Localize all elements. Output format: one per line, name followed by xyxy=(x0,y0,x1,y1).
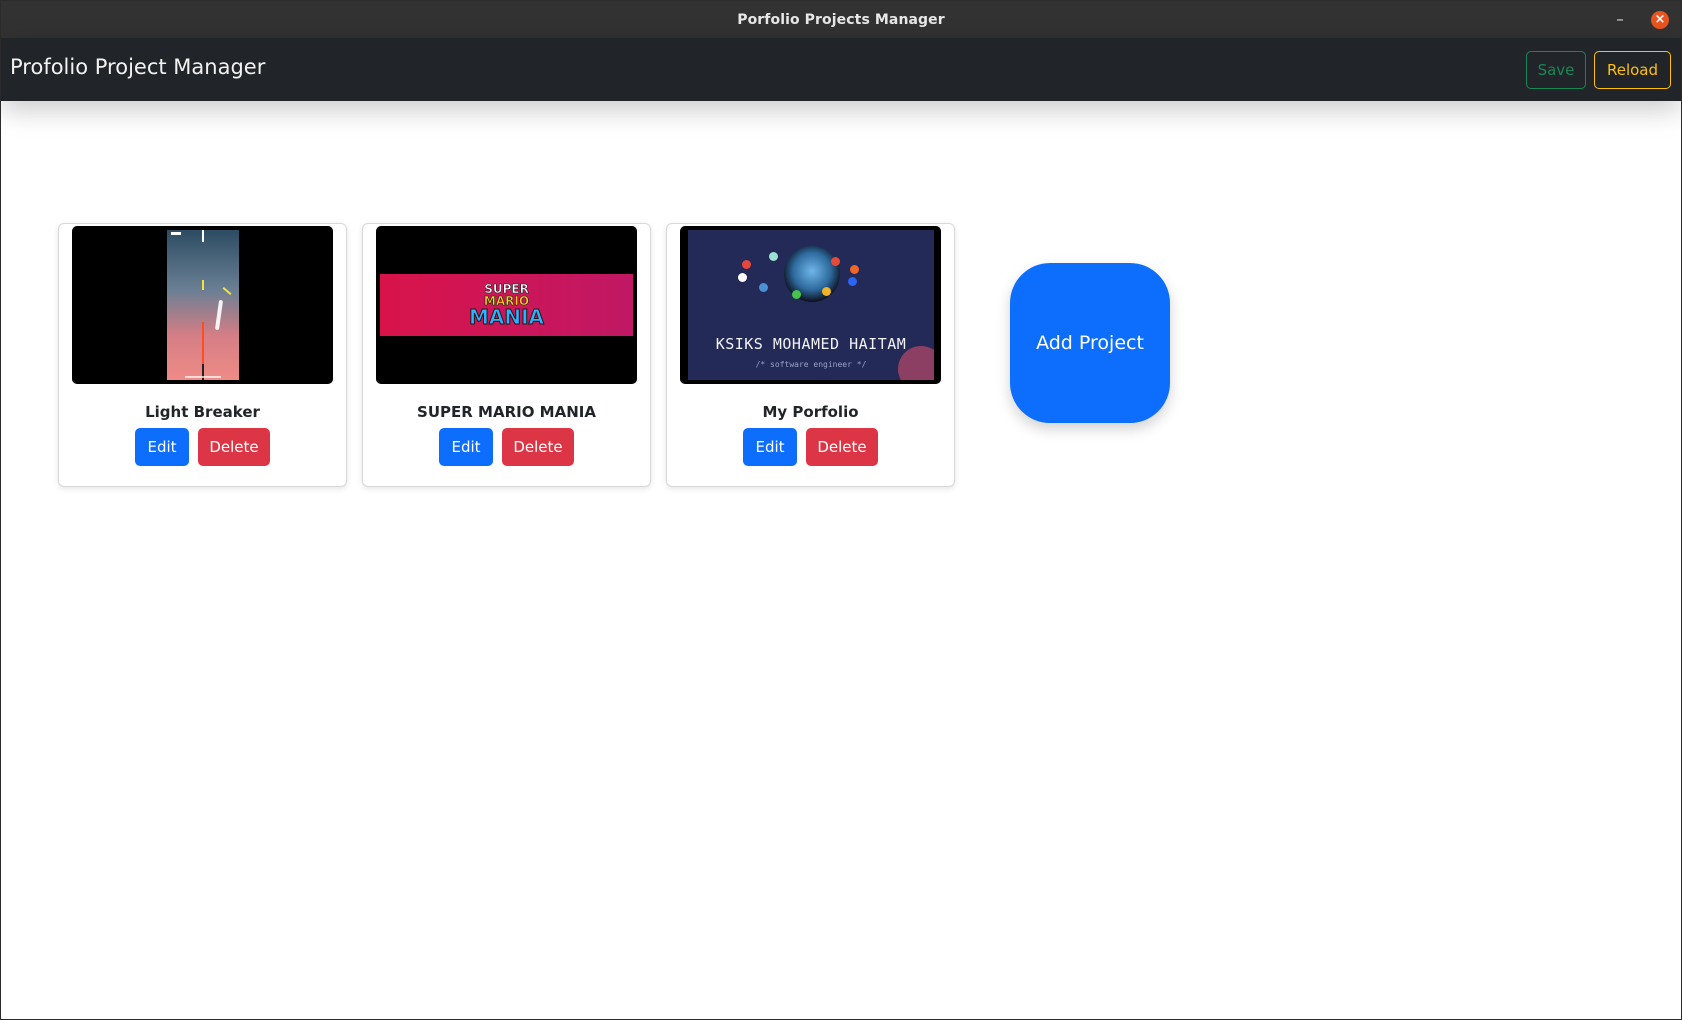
project-card-light-breaker: Light Breaker Edit Delete xyxy=(58,223,347,487)
window-titlebar[interactable]: Porfolio Projects Manager – × xyxy=(1,1,1681,38)
minimize-icon[interactable]: – xyxy=(1611,10,1629,28)
app-navbar: Profolio Project Manager Save Reload xyxy=(1,38,1681,101)
project-actions: Edit Delete xyxy=(363,428,650,466)
project-name: SUPER MARIO MANIA xyxy=(417,403,596,421)
save-button[interactable]: Save xyxy=(1526,51,1586,89)
logo-line-3: MANIA xyxy=(468,305,545,329)
reload-button[interactable]: Reload xyxy=(1594,51,1671,89)
window-title: Porfolio Projects Manager xyxy=(737,11,945,28)
edit-button[interactable]: Edit xyxy=(743,428,797,466)
project-thumbnail xyxy=(72,226,333,384)
project-name: My Porfolio xyxy=(762,403,859,421)
game-logo: SUPER MARIO MANIA xyxy=(380,274,633,336)
delete-button[interactable]: Delete xyxy=(502,428,574,466)
game-banner: SUPER MARIO MANIA xyxy=(380,274,633,336)
game-screenshot xyxy=(167,230,239,380)
project-name: Light Breaker xyxy=(145,403,260,421)
project-card-super-mario-mania: SUPER MARIO MANIA SUPER MARIO MANIA Edit… xyxy=(362,223,651,487)
project-actions: Edit Delete xyxy=(59,428,346,466)
project-actions: Edit Delete xyxy=(667,428,954,466)
delete-button[interactable]: Delete xyxy=(806,428,878,466)
edit-button[interactable]: Edit xyxy=(439,428,493,466)
app-brand: Profolio Project Manager xyxy=(10,55,266,79)
project-card-my-porfolio: KSIKS MOHAMED HAITAM /* software enginee… xyxy=(666,223,955,487)
close-icon[interactable]: × xyxy=(1651,11,1669,29)
delete-button[interactable]: Delete xyxy=(198,428,270,466)
portfolio-screenshot: KSIKS MOHAMED HAITAM /* software enginee… xyxy=(688,230,934,380)
app-window: Porfolio Projects Manager – × Profolio P… xyxy=(0,0,1682,1020)
edit-button[interactable]: Edit xyxy=(135,428,189,466)
add-project-button[interactable]: Add Project xyxy=(1010,263,1170,423)
project-thumbnail: KSIKS MOHAMED HAITAM /* software enginee… xyxy=(680,226,941,384)
project-thumbnail: SUPER MARIO MANIA xyxy=(376,226,637,384)
portfolio-owner-name: KSIKS MOHAMED HAITAM xyxy=(715,335,907,353)
